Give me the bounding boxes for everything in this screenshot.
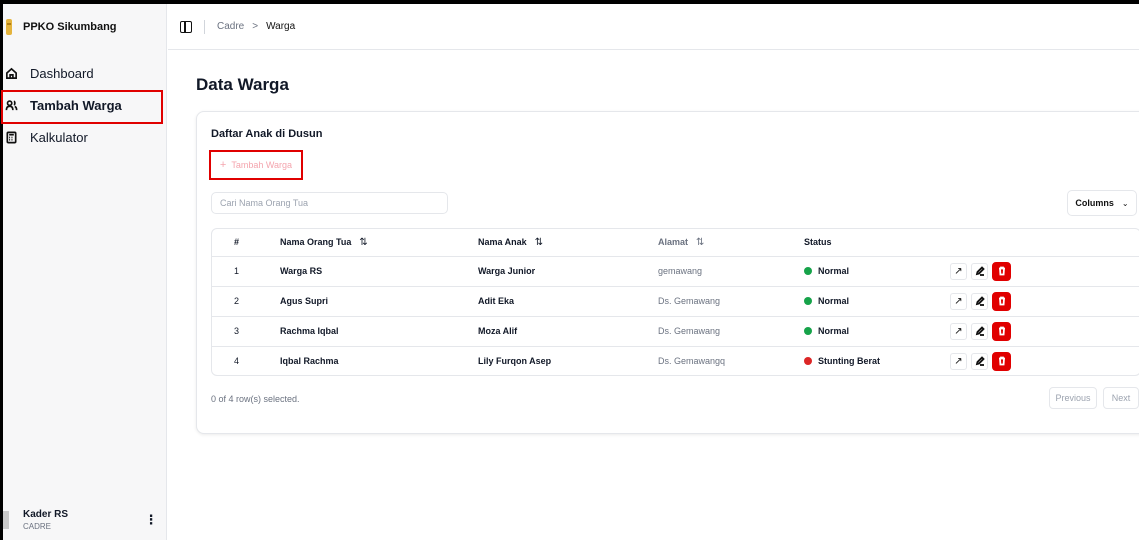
status-label: Normal [818,325,850,336]
sort-icon[interactable]: ⇅ [535,237,543,248]
header-alamat[interactable]: Alamat ⇅ [648,229,794,257]
user-profile[interactable]: Kader RS CADRE ⋮ [3,500,167,540]
delete-icon[interactable] [992,351,1011,371]
home-icon [6,67,17,79]
header-label: Status [804,237,832,248]
breadcrumb-parent[interactable]: Cadre [217,21,244,32]
plus-icon: + [219,159,227,171]
header-number: # [212,229,270,257]
avatar [3,511,9,529]
status-badge: Normal [794,266,849,276]
topbar: Cadre > Warga [168,4,1139,50]
sort-icon[interactable]: ⇅ [696,237,704,248]
logo-icon [6,19,12,35]
cell-anak: Adit Eka [478,296,515,306]
cell-number: 3 [212,316,270,347]
sidebar: PPKO Sikumbang Dashboard Tambah Warga Ka… [1,4,167,540]
delete-icon[interactable] [992,321,1011,341]
next-button[interactable]: Next [1103,387,1139,409]
edit-icon[interactable] [971,322,988,340]
status-label: Normal [818,265,850,276]
breadcrumb-current: Warga [266,21,296,32]
sidebar-item-kalkulator[interactable]: Kalkulator [3,122,167,152]
open-icon[interactable]: ↗ [950,322,967,340]
open-icon[interactable]: ↗ [950,262,967,280]
sidebar-item-label: Dashboard [30,65,94,81]
status-badge: Stunting Berat [794,356,880,366]
header-status: Status [794,229,950,257]
edit-icon[interactable] [971,262,988,280]
cell-orang-tua: Agus Supri [280,296,329,306]
status-dot-icon [804,296,812,305]
chevron-down-icon: ⌄ [1121,198,1129,208]
card-title: Daftar Anak di Dusun [211,128,323,140]
open-icon[interactable]: ↗ [950,352,967,370]
status-dot-icon [804,266,812,275]
previous-button[interactable]: Previous [1049,387,1097,409]
user-info: Kader RS CADRE [23,509,141,531]
table-header-row: # Nama Orang Tua ⇅ Nama Anak ⇅ Alamat ⇅ Sta… [212,229,1139,257]
brand[interactable]: PPKO Sikumbang [3,4,166,50]
header-anak[interactable]: Nama Anak ⇅ [468,229,648,257]
edit-icon[interactable] [971,352,988,370]
cell-alamat: Ds. Gemawang [658,326,721,336]
header-label: Nama Orang Tua [280,237,352,248]
sidebar-item-label: Kalkulator [30,129,88,145]
data-table: # Nama Orang Tua ⇅ Nama Anak ⇅ Alamat ⇅ Sta… [211,228,1139,376]
cell-anak: Lily Furqon Asep [478,356,552,367]
cell-orang-tua: Rachma Iqbal [280,326,339,336]
status-badge: Normal [794,296,849,306]
cell-anak: Warga Junior [478,266,536,276]
more-vertical-icon[interactable]: ⋮ [141,512,161,528]
status-dot-icon [804,326,812,335]
open-icon[interactable]: ↗ [950,292,967,310]
status-badge: Normal [794,326,849,336]
cell-alamat: Ds. Gemawangq [658,356,726,367]
sidebar-toggle-icon[interactable] [180,20,192,33]
status-label: Stunting Berat [818,355,880,366]
status-label: Normal [818,295,850,306]
header-actions [950,229,1139,257]
delete-icon[interactable] [992,291,1011,311]
sidebar-item-label: Tambah Warga [30,97,122,113]
user-name: Kader RS [23,509,69,520]
calculator-icon [6,131,17,143]
app-name: PPKO Sikumbang [23,21,117,33]
user-role: CADRE [23,522,52,531]
columns-button[interactable]: Columns ⌄ [1067,190,1137,216]
cell-orang-tua: Iqbal Rachma [280,356,339,367]
cell-number: 1 [212,256,270,287]
users-icon [5,99,18,110]
cell-number: 2 [212,286,270,317]
header-label: Alamat [658,237,689,248]
table-row[interactable]: 4 Iqbal Rachma Lily Furqon Asep Ds. Gema… [212,346,1139,375]
table-row[interactable]: 2 Agus Supri Adit Eka Ds. Gemawang Norma… [212,286,1139,317]
status-dot-icon [804,356,812,365]
sidebar-nav: Dashboard Tambah Warga Kalkulator [1,58,167,154]
cell-alamat: Ds. Gemawang [658,296,721,306]
header-orang-tua[interactable]: Nama Orang Tua ⇅ [270,229,468,257]
breadcrumb-separator: > [252,21,259,32]
divider [204,19,205,34]
data-card: Daftar Anak di Dusun + Tambah Warga Colu… [196,111,1139,434]
sort-icon[interactable]: ⇅ [359,237,367,248]
header-label: Nama Anak [478,237,527,248]
page-title: Data Warga [196,75,289,94]
table-row[interactable]: 3 Rachma Iqbal Moza Alif Ds. Gemawang No… [212,316,1139,347]
delete-icon[interactable] [992,261,1011,281]
sidebar-item-dashboard[interactable]: Dashboard [3,58,167,88]
cell-anak: Moza Alif [478,326,518,336]
sidebar-item-tambah-warga[interactable]: Tambah Warga [1,90,167,124]
cell-alamat: gemawang [658,266,703,276]
table-row[interactable]: 1 Warga RS Warga Junior gemawang Normal … [212,256,1139,287]
cell-number: 4 [234,356,240,367]
search-input[interactable] [211,192,448,214]
add-warga-button[interactable]: + Tambah Warga [209,150,303,180]
add-warga-label: Tambah Warga [231,160,293,170]
cell-orang-tua: Warga RS [280,266,323,276]
selection-summary: 0 of 4 row(s) selected. [211,394,300,404]
edit-icon[interactable] [971,292,988,310]
columns-label: Columns [1075,198,1114,208]
